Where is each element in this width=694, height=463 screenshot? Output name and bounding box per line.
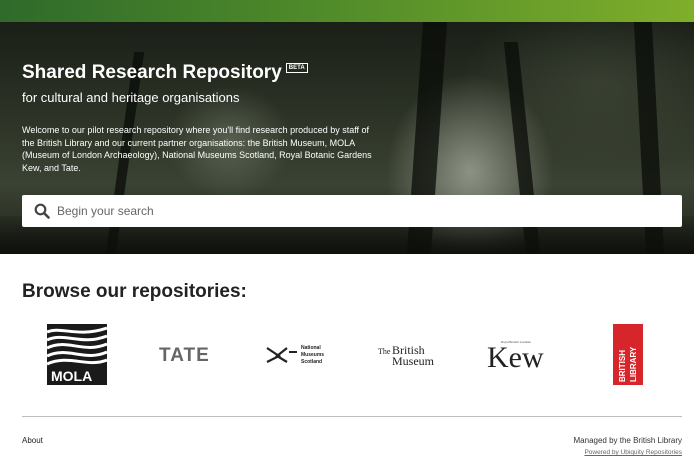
national-museums-scotland-logo[interactable]: National Museums Scotland bbox=[265, 340, 335, 368]
nms-logo-line: Scotland bbox=[301, 359, 322, 365]
mola-logo-text: MOLA bbox=[51, 368, 92, 384]
welcome-text: Welcome to our pilot research repository… bbox=[22, 125, 372, 173]
bm-logo-museum: Museum bbox=[392, 354, 435, 368]
managed-by-text: Managed by the British Library bbox=[573, 436, 683, 445]
tate-logo-text: TATE bbox=[159, 345, 210, 365]
bl-logo-line: LIBRARY bbox=[629, 346, 638, 382]
search-bar[interactable] bbox=[22, 195, 682, 227]
british-library-logo[interactable]: BRITISH LIBRARY bbox=[613, 324, 643, 385]
site-title-text: Shared Research Repository bbox=[22, 62, 282, 83]
powered-by-link[interactable]: Powered by Ubiquity Repositories bbox=[584, 449, 682, 456]
bm-logo-the: The bbox=[378, 347, 391, 356]
search-input[interactable] bbox=[53, 195, 682, 227]
browse-heading: Browse our repositories: bbox=[22, 281, 247, 302]
search-icon[interactable] bbox=[31, 200, 53, 222]
tate-logo[interactable]: TATE bbox=[157, 343, 217, 365]
site-subtitle: for cultural and heritage organisations bbox=[22, 90, 240, 105]
nms-logo-line: Museums bbox=[301, 352, 324, 358]
beta-badge: BETA bbox=[285, 63, 308, 73]
kew-logo[interactable]: Royal Botanic Gardens Kew bbox=[485, 337, 549, 371]
top-accent-bar bbox=[0, 0, 694, 22]
about-link[interactable]: About bbox=[22, 436, 43, 445]
kew-logo-text: Kew bbox=[487, 341, 544, 371]
site-title: Shared Research Repository BETA bbox=[22, 62, 308, 84]
british-museum-logo[interactable]: The British Museum bbox=[377, 342, 441, 368]
mola-logo[interactable]: MOLA bbox=[47, 324, 107, 385]
bl-logo-line: BRITISH bbox=[618, 350, 627, 382]
footer-divider bbox=[22, 416, 682, 417]
nms-logo-line: National bbox=[301, 345, 321, 351]
